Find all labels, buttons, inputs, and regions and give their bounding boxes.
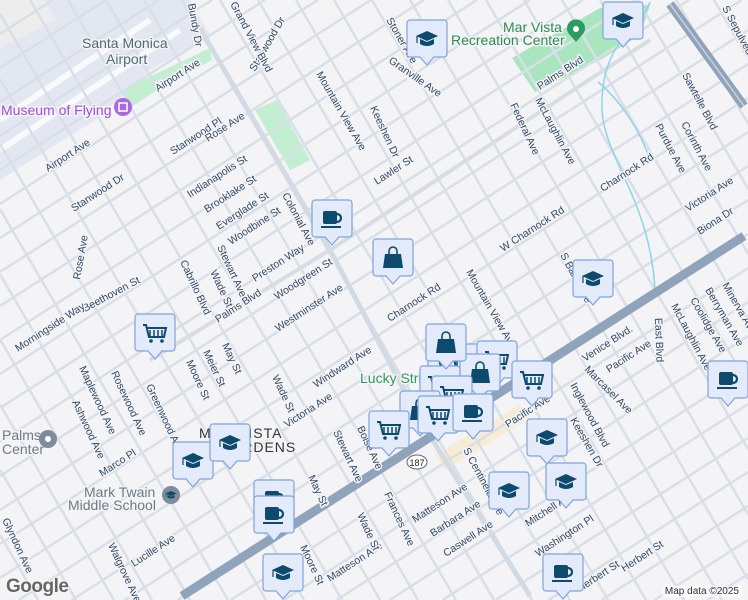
school-pin-icon[interactable] (162, 486, 180, 504)
cart-marker[interactable] (417, 395, 459, 442)
street-label: East Blvd (652, 318, 666, 363)
coffee-marker[interactable] (707, 360, 748, 407)
street-label: Lawler St (372, 154, 415, 188)
street-label: Charnock Rd (598, 151, 656, 195)
street-label: Cabrillo Blvd (177, 258, 213, 317)
school-marker[interactable] (572, 259, 614, 306)
map-canvas[interactable]: Santa Monica Airport Museum of Flying Ma… (0, 0, 748, 600)
airport-label-2: Airport (106, 51, 147, 67)
street-label: Wade St (269, 373, 297, 414)
lucky-strike-label[interactable]: Lucky Stri (359, 369, 423, 388)
school-marker[interactable] (209, 423, 251, 470)
rec-center-label-2[interactable]: Recreation Center (450, 31, 567, 50)
svg-text:187: 187 (409, 458, 424, 468)
bag-marker[interactable] (372, 238, 414, 285)
street-label: Walgrove Ave (105, 541, 143, 600)
shopping-pin-icon[interactable] (39, 430, 57, 448)
palms-center-label-2[interactable]: Center (1, 440, 46, 459)
map-data-credit[interactable]: Map data ©2025 (661, 586, 742, 597)
coffee-marker[interactable] (542, 553, 584, 600)
street-label: Rose Ave (71, 234, 91, 280)
airport-label: Santa Monica (82, 35, 168, 51)
route-187-shield: 187 (406, 454, 428, 470)
google-logo: Google (6, 576, 69, 597)
museum-label[interactable]: Museum of Flying (0, 101, 113, 120)
mark-twain-label-2[interactable]: Middle School (67, 496, 158, 515)
coffee-marker[interactable] (253, 495, 295, 542)
museum-icon[interactable] (114, 98, 132, 116)
street-label: May St (305, 473, 330, 508)
